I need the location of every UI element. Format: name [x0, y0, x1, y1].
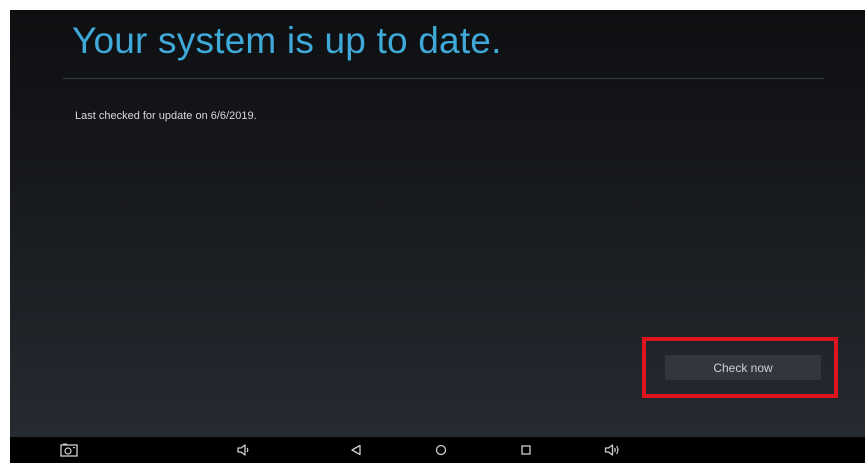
volume-down-icon[interactable] [234, 441, 252, 459]
update-screen: Your system is up to date. Last checked … [10, 10, 865, 437]
check-now-button[interactable]: Check now [665, 355, 821, 380]
back-icon[interactable] [347, 441, 365, 459]
home-icon[interactable] [432, 441, 450, 459]
system-nav-bar [10, 437, 865, 463]
recents-icon[interactable] [517, 441, 535, 459]
page-title: Your system is up to date. [72, 20, 502, 61]
device-frame: Your system is up to date. Last checked … [0, 0, 867, 463]
volume-up-icon[interactable] [603, 441, 621, 459]
screenshot-icon[interactable] [60, 441, 78, 459]
last-checked-text: Last checked for update on 6/6/2019. [75, 110, 257, 122]
title-divider [63, 78, 824, 79]
